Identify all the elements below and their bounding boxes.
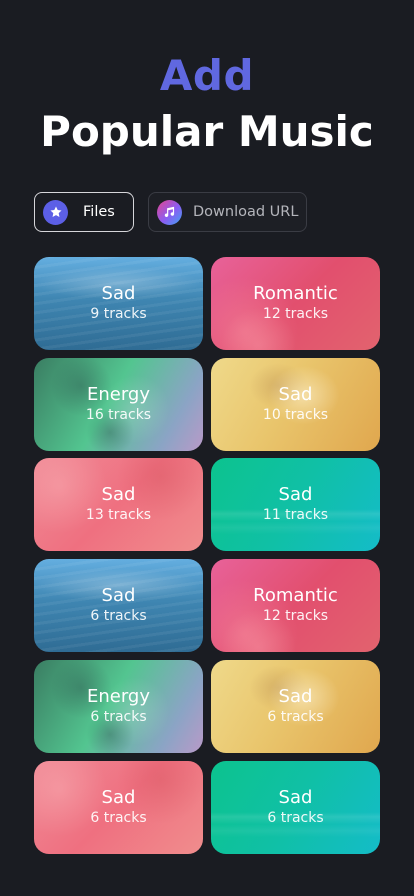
playlist-name: Sad [101,585,136,607]
page-title: Popular Music [40,107,374,156]
playlist-card[interactable]: Sad 6 tracks [34,559,203,653]
playlist-card[interactable]: Romantic 12 tracks [211,257,380,350]
playlist-name: Sad [278,383,313,405]
playlist-card[interactable]: Sad 11 tracks [211,458,380,552]
track-count: 6 tracks [267,708,324,725]
playlist-name: Sad [101,283,136,304]
music-note-icon [157,199,182,225]
track-count: 11 tracks [262,507,329,524]
playlist-card[interactable]: Sad 9 tracks [34,257,203,350]
playlist-name: Sad [101,484,136,506]
track-count: 12 tracks [262,608,329,625]
playlist-name: Romantic [253,585,338,607]
playlist-card[interactable]: Sad 10 tracks [211,357,380,451]
playlist-name: Sad [278,786,313,808]
playlist-card[interactable]: Sad 6 tracks [211,659,380,753]
playlist-name: Energy [86,383,151,405]
tab-download-url-label: Download URL [193,204,299,220]
track-count: 13 tracks [85,507,152,524]
playlist-card[interactable]: Energy 16 tracks [34,357,203,451]
track-count: 16 tracks [85,406,152,423]
heading-accent: Add [159,51,255,100]
page-heading: Add Popular Music [0,52,414,158]
playlist-name: Sad [101,786,136,808]
tab-files-label: Files [83,204,115,220]
playlist-card[interactable]: Sad 6 tracks [34,760,203,854]
star-icon [43,199,68,225]
track-count: 6 tracks [90,809,147,826]
playlist-card[interactable]: Energy 6 tracks [34,659,203,753]
track-count: 6 tracks [267,809,324,826]
tab-download-url[interactable]: Download URL [148,192,307,232]
playlist-name: Sad [278,484,313,506]
tab-files[interactable]: Files [34,192,134,232]
playlist-card[interactable]: Sad 6 tracks [211,760,380,854]
track-count: 9 tracks [90,306,147,322]
playlist-name: Energy [86,685,151,707]
track-count: 12 tracks [262,306,329,322]
playlist-name: Sad [278,685,313,707]
playlist-card[interactable]: Romantic 12 tracks [211,559,380,653]
track-count: 6 tracks [90,708,147,725]
screen: Add Popular Music Files Download URL Sad… [0,0,414,896]
track-count: 10 tracks [262,406,329,423]
playlist-card[interactable]: Sad 13 tracks [34,458,203,552]
playlist-name: Romantic [253,283,338,304]
track-count: 6 tracks [90,608,147,625]
